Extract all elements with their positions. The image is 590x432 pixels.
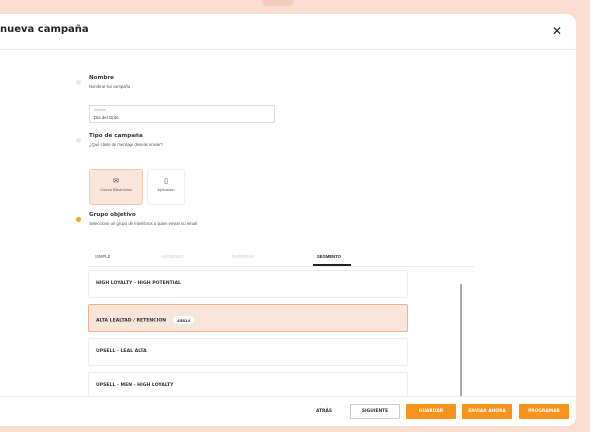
step-title-name: Nombre (89, 75, 114, 81)
send-now-button[interactable]: ENVIAR AHORA (462, 404, 512, 419)
campaign-name-label: Nombre (94, 108, 107, 112)
modal-header: nueva campaña ✕ (0, 14, 576, 50)
modal-footer: ATRÁS SIGUIENTE GUARDAR ENVIAR AHORA PRO… (0, 396, 576, 426)
step-title-audience: Grupo objetivo (89, 212, 136, 218)
step-indicator-type (76, 138, 81, 143)
step-indicator-name (76, 80, 81, 85)
segment-label: UPSELL - LEAL ALTA (96, 349, 147, 354)
segment-label: ALTA LEALTAD / RETENCION 45814 (96, 315, 196, 325)
step-indicator-audience (76, 217, 81, 222)
type-option-app[interactable]: ▯ Aplicación (147, 169, 185, 205)
tab-segmento[interactable]: SEGMENTO (317, 254, 341, 259)
segment-row[interactable]: HIGH LOYALTY - HIGH POTENTIAL (88, 270, 408, 298)
step-subtitle-type: ¿Qué clase de mensaje deseas enviar? (89, 142, 163, 147)
segment-row[interactable]: UPSELL - LEAL ALTA (88, 338, 408, 366)
schedule-button[interactable]: PROGRAMAR (519, 404, 569, 419)
type-option-app-label: Aplicación (157, 188, 175, 192)
active-tab-underline (313, 264, 351, 266)
segment-count-badge: 45814 (172, 315, 196, 325)
campaign-name-value[interactable]: Dia del Grito (94, 115, 118, 120)
tab-avanzado[interactable]: AVANZADO (161, 254, 183, 259)
segments-scrollbar[interactable] (460, 284, 462, 414)
modal-title: nueva campaña (0, 24, 89, 35)
save-button[interactable]: GUARDAR (406, 404, 456, 419)
tab-expertas[interactable]: EXPERTAS (232, 254, 254, 259)
campaign-name-field[interactable]: Nombre Dia del Grito (89, 105, 275, 123)
email-icon: ✉ (113, 178, 119, 185)
step-subtitle-audience: Seleccione un grupo de miembros a quien … (89, 221, 197, 226)
top-notch (262, 0, 294, 6)
close-icon[interactable]: ✕ (552, 24, 562, 38)
segment-row-selected[interactable]: ALTA LEALTAD / RETENCION 45814 (88, 304, 408, 332)
back-button[interactable]: ATRÁS (312, 404, 336, 419)
segment-label: HIGH LOYALTY - HIGH POTENTIAL (96, 281, 181, 286)
segment-label: UPSELL - MEN - HIGH LOYALTY (96, 383, 174, 388)
step-subtitle-name: Nombrar sui campaña (89, 84, 131, 89)
new-campaign-modal: nueva campaña ✕ Nombre Nombrar sui campa… (0, 14, 576, 426)
tab-simple[interactable]: SIMPLE (95, 254, 110, 259)
audience-tabs: SIMPLE AVANZADO EXPERTAS SEGMENTO (88, 251, 474, 267)
step-title-type: Tipo de campaña (89, 133, 143, 139)
next-button[interactable]: SIGUIENTE (350, 404, 400, 419)
mobile-icon: ▯ (164, 178, 168, 185)
type-option-email-label: Correo Electrónico (100, 188, 132, 192)
type-option-email[interactable]: ✉ Correo Electrónico (89, 169, 143, 205)
segment-label-text: ALTA LEALTAD / RETENCION (96, 318, 167, 324)
